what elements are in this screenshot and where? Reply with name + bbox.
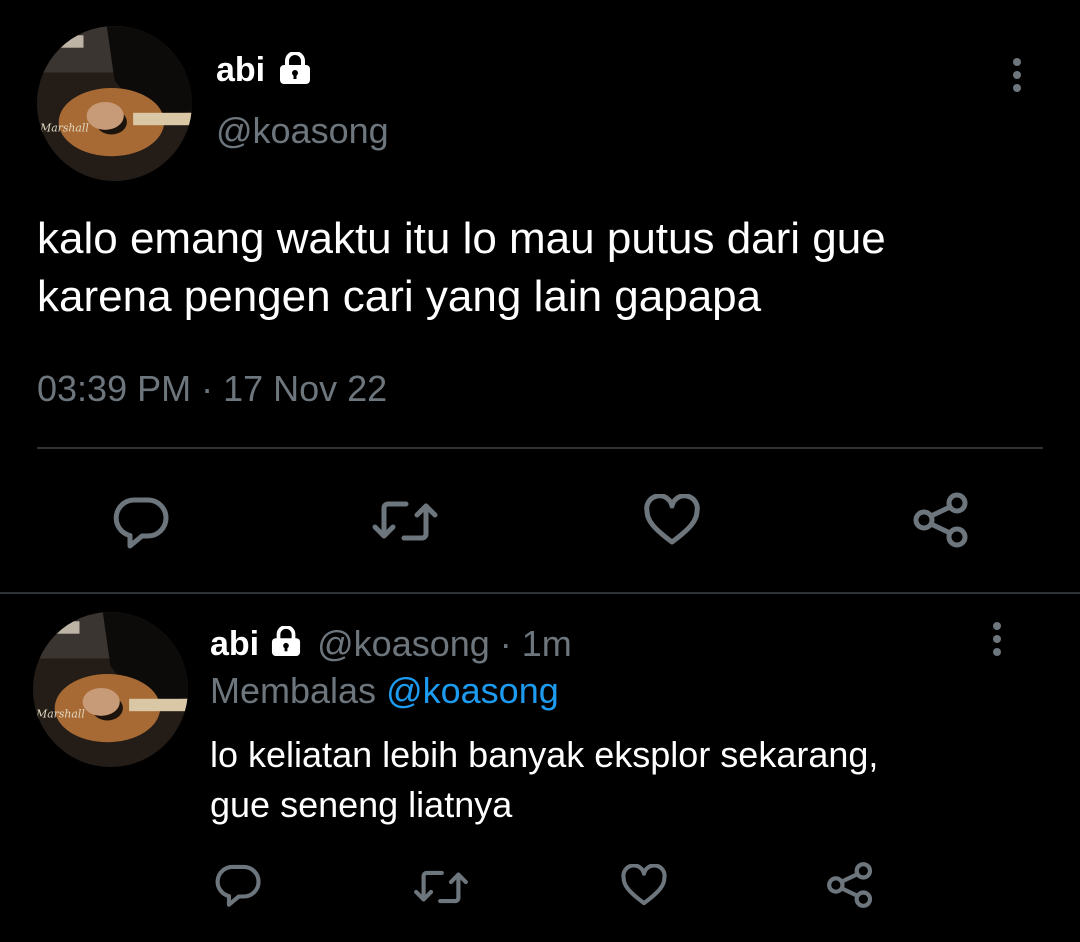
share-icon: [913, 492, 968, 548]
more-icon[interactable]: [990, 622, 1004, 661]
share-icon: [827, 862, 873, 908]
timestamp[interactable]: 03:39 PM · 17 Nov 22: [37, 368, 387, 410]
avatar[interactable]: Marshall: [33, 612, 188, 767]
share-button[interactable]: [824, 860, 876, 910]
avatar-photo: Marshall: [37, 26, 192, 181]
heart-icon: [621, 864, 667, 906]
relative-time[interactable]: · 1m: [500, 623, 572, 665]
lock-icon: [277, 50, 313, 89]
svg-text:Marshall: Marshall: [35, 707, 85, 720]
lock-icon: [269, 623, 303, 665]
display-name[interactable]: abi: [210, 625, 259, 664]
svg-text:Marshall: Marshall: [39, 121, 89, 134]
replying-label: Membalas: [210, 670, 377, 711]
reply-header: abi @koasong · 1m: [210, 622, 572, 666]
heart-icon: [644, 494, 700, 545]
handle[interactable]: @koasong: [317, 623, 490, 665]
divider: [37, 447, 1043, 449]
reply-icon: [113, 497, 169, 549]
replying-to: Membalas @koasong: [210, 670, 559, 712]
retweet-icon: [414, 870, 468, 904]
handle[interactable]: @koasong: [216, 110, 389, 152]
tweet-text-line: kalo emang waktu itu lo mau putus dari g…: [37, 214, 886, 263]
reply-button[interactable]: [112, 494, 170, 550]
tweet-text: kalo emang waktu itu lo mau putus dari g…: [37, 210, 886, 326]
retweet-button[interactable]: [370, 496, 440, 546]
like-button[interactable]: [620, 864, 668, 908]
divider: [0, 592, 1080, 594]
more-icon[interactable]: [1010, 58, 1024, 97]
reply-icon: [215, 864, 261, 907]
replying-mention[interactable]: @koasong: [386, 670, 559, 711]
reply-text: lo keliatan lebih banyak eksplor sekaran…: [210, 730, 878, 830]
share-button[interactable]: [910, 490, 972, 550]
retweet-icon: [372, 501, 438, 541]
like-button[interactable]: [643, 494, 701, 548]
tweet-text-line: karena pengen cari yang lain gapapa: [37, 272, 762, 321]
display-name[interactable]: abi: [216, 51, 265, 90]
reply-text-line: gue seneng liatnya: [210, 784, 513, 825]
reply-button[interactable]: [214, 862, 262, 908]
avatar-photo: Marshall: [33, 612, 188, 767]
reply-text-line: lo keliatan lebih banyak eksplor sekaran…: [210, 734, 879, 775]
retweet-button[interactable]: [412, 866, 470, 908]
avatar[interactable]: Marshall: [37, 26, 192, 181]
